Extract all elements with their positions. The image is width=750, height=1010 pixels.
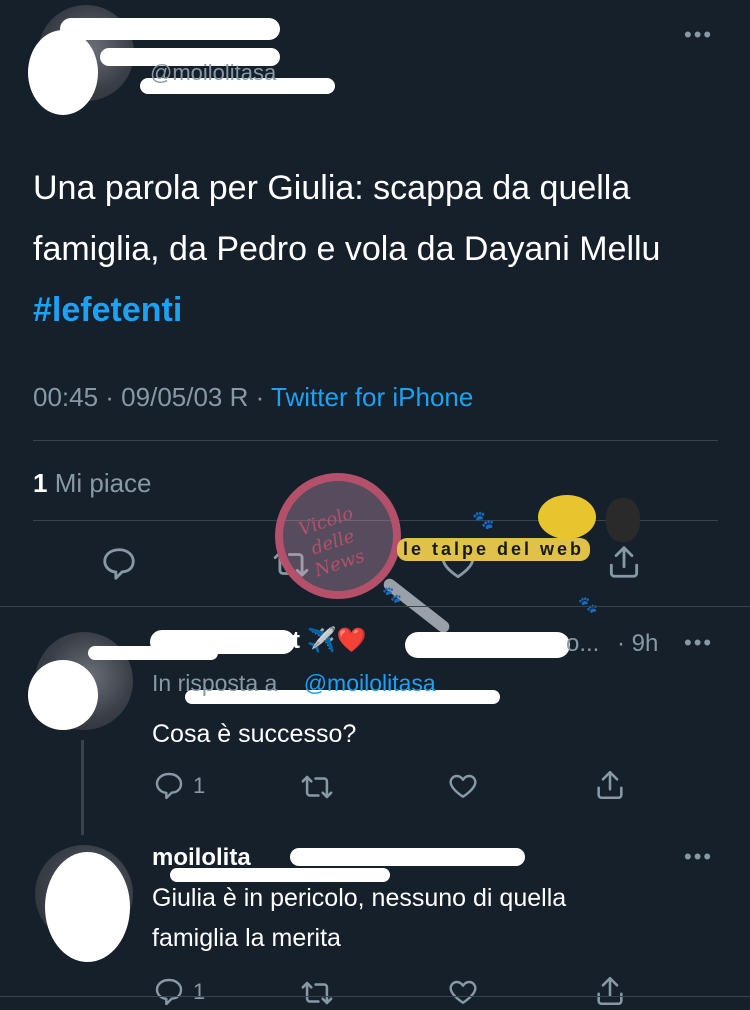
reply1-share-icon[interactable] — [593, 768, 627, 802]
redaction-scribble — [290, 848, 525, 866]
reply2-reply-button[interactable]: 1 — [153, 976, 205, 1008]
hashtag-link[interactable]: #lefetenti — [33, 291, 182, 329]
watermark-character — [538, 495, 596, 539]
watermark-paw-icon: 🐾 — [578, 597, 598, 614]
redaction-scribble — [60, 18, 280, 40]
likes-label: Mi piace — [54, 468, 152, 498]
client-link[interactable]: Twitter for iPhone — [271, 382, 473, 412]
reply1-name[interactable]: t ✈️❤️ — [292, 626, 366, 655]
reply1-handle: o... — [566, 630, 600, 657]
reply2-text-line1: Giulia è in pericolo, nessuno di quella — [152, 884, 567, 912]
reply1-reply-context: In risposta a @moilolitasa — [152, 670, 436, 697]
reply1-text: Cosa è successo? — [152, 720, 357, 748]
tweet-text: Una parola per Giulia: scappa da quella … — [33, 158, 673, 341]
watermark-paw-icon: 🐾 — [472, 510, 495, 530]
reply1-more-icon[interactable]: ••• — [684, 630, 713, 656]
reply2-like-icon[interactable] — [446, 976, 480, 1008]
reply2-retweet-icon[interactable] — [300, 976, 334, 1010]
divider — [0, 996, 750, 997]
likes-summary[interactable]: 1 Mi piace — [33, 468, 152, 499]
reply2-text-line2: famiglia la merita — [152, 924, 341, 952]
reply2-name[interactable]: moilolita — [152, 844, 251, 872]
reply-icon[interactable] — [100, 545, 138, 583]
reply2-reply-count: 1 — [193, 979, 206, 1004]
divider — [0, 606, 750, 607]
redaction-scribble — [28, 660, 98, 730]
redaction-scribble — [88, 646, 218, 660]
thread-line — [81, 740, 84, 835]
divider — [33, 440, 718, 441]
redaction-scribble — [45, 852, 130, 962]
redaction-scribble — [28, 30, 98, 115]
reply1-reply-prefix: In risposta a — [152, 670, 278, 696]
tweet-meta: 00:45 · 09/05/03 R · Twitter for iPhone — [33, 382, 473, 413]
reply2-share-icon[interactable] — [593, 974, 627, 1008]
more-options-icon[interactable]: ••• — [684, 22, 713, 48]
tweet-timestamp: 00:45 · 09/05/03 R · — [33, 382, 265, 412]
reply1-like-icon[interactable] — [446, 770, 480, 802]
watermark-character — [606, 498, 640, 542]
reply1-reply-to[interactable]: @moilolitasa — [304, 670, 436, 696]
reply1-time: · 9h — [617, 630, 659, 657]
redaction-scribble — [405, 632, 570, 658]
share-icon[interactable] — [605, 543, 643, 581]
author-handle[interactable]: @moilolitasa — [150, 60, 276, 86]
reply1-retweet-icon[interactable] — [300, 770, 334, 804]
reply1-reply-count: 1 — [193, 773, 206, 798]
reply1-reply-button[interactable]: 1 — [153, 770, 205, 802]
watermark-right-text: le talpe del web — [397, 538, 591, 561]
tweet-text-body: Una parola per Giulia: scappa da quella … — [33, 169, 661, 268]
likes-count: 1 — [33, 468, 48, 498]
reply2-more-icon[interactable]: ••• — [684, 844, 713, 870]
watermark-paw-icon: 🐾 — [382, 587, 402, 604]
